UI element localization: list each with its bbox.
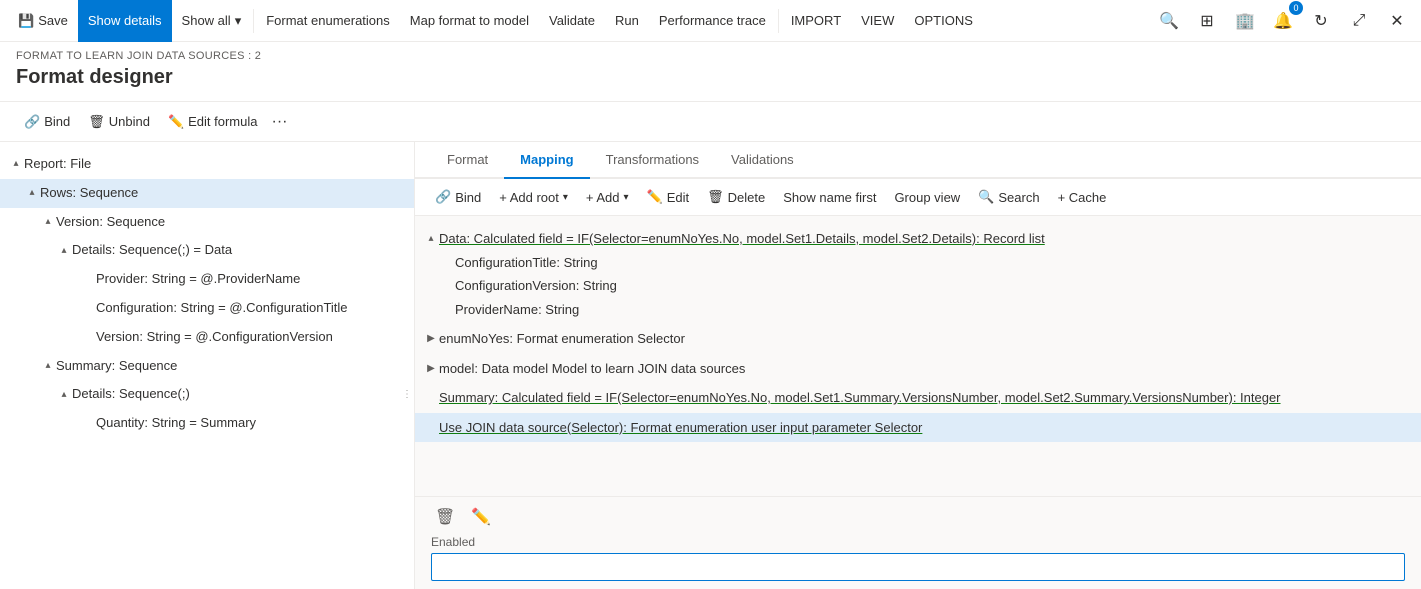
close-button[interactable]: ✕ xyxy=(1381,5,1413,37)
tree-item-version-seq[interactable]: ▴ Version: Sequence xyxy=(0,208,414,237)
link2-icon: 🔗 xyxy=(435,189,451,205)
import-button[interactable]: IMPORT xyxy=(781,0,851,42)
notification-badge: 🔔 0 xyxy=(1267,5,1299,37)
delete-bottom-button[interactable]: 🗑 xyxy=(431,505,459,529)
link-icon: 🔗 xyxy=(24,114,40,130)
main-content: ▴ Report: File ▴ Rows: Sequence ▴ Versio… xyxy=(0,142,1421,589)
chevron-down-icon: ▾ xyxy=(235,13,242,29)
arrow-version-seq: ▴ xyxy=(40,214,56,230)
grid-icon-button[interactable]: ⊞ xyxy=(1191,5,1223,37)
search-icon: 🔍 xyxy=(978,189,994,205)
enabled-input[interactable] xyxy=(431,553,1405,581)
view-button[interactable]: VIEW xyxy=(851,0,904,42)
pencil2-icon: ✏️ xyxy=(647,189,663,205)
page-title: Format designer xyxy=(16,66,1405,89)
add-button[interactable]: + Add xyxy=(578,183,637,211)
arrow-rows: ▴ xyxy=(24,185,40,201)
pencil-icon: ✏️ xyxy=(168,114,184,130)
tree-item-details1[interactable]: ▴ Details: Sequence(;) = Data xyxy=(0,236,414,265)
tree-item-provider[interactable]: Provider: String = @.ProviderName xyxy=(0,265,414,294)
group-view-button[interactable]: Group view xyxy=(886,183,968,211)
bind-toolbar-button[interactable]: 🔗 Bind xyxy=(16,107,78,137)
performance-trace-button[interactable]: Performance trace xyxy=(649,0,776,42)
add-root-button[interactable]: + Add root xyxy=(491,183,576,211)
mapping-toolbar: 🔗 Bind + Add root + Add ✏️ Edit 🗑 Delete… xyxy=(415,179,1421,216)
format-enumerations-button[interactable]: Format enumerations xyxy=(256,0,400,42)
top-nav: 💾 Save Show details Show all ▾ Format en… xyxy=(0,0,1421,42)
search-nav-button[interactable]: 🔍 xyxy=(1153,5,1185,37)
left-panel: ▴ Report: File ▴ Rows: Sequence ▴ Versio… xyxy=(0,142,415,589)
save-button[interactable]: 💾 Save xyxy=(8,0,78,42)
bottom-icons: 🗑 ✏️ xyxy=(431,505,1405,529)
delete-button[interactable]: 🗑 Delete xyxy=(699,183,773,211)
edit-bottom-button[interactable]: ✏️ xyxy=(467,505,495,529)
tree-item-quantity[interactable]: Quantity: String = Summary xyxy=(0,409,414,438)
nav-right: 🔍 ⊞ 🏢 🔔 0 ↻ ⤢ ✕ xyxy=(1153,5,1413,37)
data-item-model[interactable]: ▶ model: Data model Model to learn JOIN … xyxy=(415,354,1421,384)
validate-button[interactable]: Validate xyxy=(539,0,605,42)
drag-handle[interactable]: ⋮⋮ xyxy=(402,387,410,403)
save-icon: 💾 xyxy=(18,13,34,29)
more-options-button[interactable]: ··· xyxy=(268,107,292,137)
separator-2 xyxy=(778,9,779,33)
unbind-toolbar-button[interactable]: 🗑 Unbind xyxy=(80,107,158,137)
tree-item-rows[interactable]: ▴ Rows: Sequence xyxy=(0,179,414,208)
breadcrumb: FORMAT TO LEARN JOIN DATA SOURCES : 2 xyxy=(16,50,1405,62)
edit-formula-button[interactable]: ✏️ Edit formula xyxy=(160,107,266,137)
edit-map-button[interactable]: ✏️ Edit xyxy=(639,183,698,211)
separator-1 xyxy=(253,9,254,33)
bottom-section: 🗑 ✏️ Enabled xyxy=(415,496,1421,589)
arrow-report: ▴ xyxy=(8,156,24,172)
options-button[interactable]: OPTIONS xyxy=(904,0,983,42)
right-panel: Format Mapping Transformations Validatio… xyxy=(415,142,1421,589)
arrow-model: ▶ xyxy=(423,361,439,376)
show-all-button[interactable]: Show all ▾ xyxy=(172,0,252,42)
arrow-details1: ▴ xyxy=(56,243,72,259)
cache-button[interactable]: + Cache xyxy=(1050,183,1115,211)
office-icon-button[interactable]: 🏢 xyxy=(1229,5,1261,37)
map-format-button[interactable]: Map format to model xyxy=(400,0,539,42)
data-sub-items: ConfigurationTitle: String Configuration… xyxy=(415,251,1421,322)
run-button[interactable]: Run xyxy=(605,0,649,42)
tab-format[interactable]: Format xyxy=(431,142,504,179)
arrow-enum: ▶ xyxy=(423,331,439,346)
tab-transformations[interactable]: Transformations xyxy=(590,142,715,179)
data-item-calc[interactable]: ▴ Data: Calculated field = IF(Selector=e… xyxy=(415,224,1421,324)
tab-mapping[interactable]: Mapping xyxy=(504,142,589,179)
trash-icon: 🗑 xyxy=(707,189,724,205)
refresh-button[interactable]: ↻ xyxy=(1305,5,1337,37)
unbind-icon: 🗑 xyxy=(88,114,105,130)
show-details-button[interactable]: Show details xyxy=(78,0,172,42)
toolbar: 🔗 Bind 🗑 Unbind ✏️ Edit formula ··· xyxy=(0,102,1421,142)
expand-button[interactable]: ⤢ xyxy=(1343,5,1375,37)
tree-item-version-str[interactable]: Version: String = @.ConfigurationVersion xyxy=(0,323,414,352)
tree-item-report[interactable]: ▴ Report: File xyxy=(0,150,414,179)
search-map-button[interactable]: 🔍 Search xyxy=(970,183,1047,211)
tree-item-details2[interactable]: ▴ Details: Sequence(;) ⋮⋮ xyxy=(0,380,414,409)
enabled-label: Enabled xyxy=(431,535,1405,549)
data-tree: ▴ Data: Calculated field = IF(Selector=e… xyxy=(415,216,1421,496)
data-item-use-join[interactable]: Use JOIN data source(Selector): Format e… xyxy=(415,413,1421,443)
show-name-first-button[interactable]: Show name first xyxy=(775,183,884,211)
arrow-details2: ▴ xyxy=(56,387,72,403)
tree-item-configuration[interactable]: Configuration: String = @.ConfigurationT… xyxy=(0,294,414,323)
tabs: Format Mapping Transformations Validatio… xyxy=(415,142,1421,179)
bind-map-button[interactable]: 🔗 Bind xyxy=(427,183,489,211)
data-item-enum[interactable]: ▶ enumNoYes: Format enumeration Selector xyxy=(415,324,1421,354)
tab-validations[interactable]: Validations xyxy=(715,142,810,179)
arrow-data-calc: ▴ xyxy=(423,231,439,246)
data-item-summary-calc[interactable]: Summary: Calculated field = IF(Selector=… xyxy=(415,383,1421,413)
tree-item-summary-seq[interactable]: ▴ Summary: Sequence xyxy=(0,352,414,381)
page-header: FORMAT TO LEARN JOIN DATA SOURCES : 2 Fo… xyxy=(0,42,1421,102)
arrow-summary-seq: ▴ xyxy=(40,358,56,374)
